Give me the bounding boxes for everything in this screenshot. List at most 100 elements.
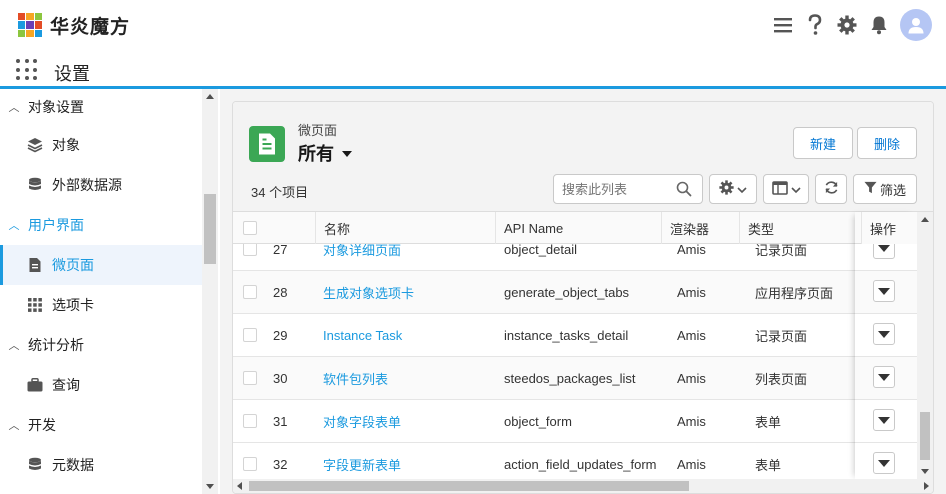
grid-icon [27,297,43,313]
sidebar-group-object-settings[interactable]: ︿ 对象设置 [0,89,202,125]
select-all-checkbox[interactable] [243,221,257,235]
scroll-right-icon[interactable] [924,482,929,490]
filter-icon [864,181,877,197]
row-actions-button[interactable] [873,452,895,474]
record-name-link[interactable]: 对象详细页面 [323,244,401,271]
chevron-up-icon: ︿ [8,340,20,352]
caret-down-icon [342,151,352,157]
list-header: 微页面 所有 新建 删除 34 个项目 搜索此列表 筛选 [233,102,933,212]
top-header: 华炎魔方 [0,0,946,50]
gear-icon[interactable] [836,14,858,36]
sidebar-group-label: 统计分析 [28,337,84,353]
caret-down-icon [878,330,890,338]
scroll-thumb[interactable] [920,412,930,460]
row-number: 27 [273,244,288,257]
row-checkbox[interactable] [243,414,257,428]
delete-button[interactable]: 删除 [857,127,917,159]
sidebar-group-analytics[interactable]: ︿ 统计分析 [0,327,202,363]
api-name-cell: action_field_updates_form [504,457,657,472]
table-row: 28 生成对象选项卡 generate_object_tabs Amis 应用程… [233,271,917,314]
sidebar-scrollbar[interactable] [202,89,218,494]
column-header-actions: 操作 [861,212,917,244]
app-bar: 设置 [0,50,946,89]
filter-button[interactable]: 筛选 [853,174,917,204]
row-checkbox[interactable] [243,328,257,342]
menu-icon[interactable] [772,14,794,36]
logo-tile [26,13,34,21]
scroll-down-icon[interactable] [206,484,214,489]
avatar[interactable] [900,9,932,41]
brand-name: 华炎魔方 [50,17,131,38]
type-cell: 表单 [755,415,782,430]
sidebar-item-external-datasource[interactable]: 外部数据源 [0,165,202,205]
table-row: 31 对象字段表单 object_form Amis 表单 [233,400,917,443]
gear-icon [719,180,734,198]
row-actions-button[interactable] [873,323,895,345]
display-as-button[interactable] [763,174,809,204]
row-checkbox[interactable] [243,371,257,385]
new-button[interactable]: 新建 [793,127,853,159]
row-actions-button[interactable] [873,409,895,431]
help-icon[interactable] [804,14,826,36]
row-checkbox[interactable] [243,244,257,256]
scroll-down-icon[interactable] [921,469,929,474]
sidebar-item-metadata[interactable]: 元数据 [0,445,202,485]
type-cell: 表单 [755,458,782,473]
api-name-cell: object_detail [504,244,577,257]
page-icon [27,257,43,273]
sidebar-item-tabs[interactable]: 选项卡 [0,285,202,325]
column-header-type[interactable]: 类型 [739,212,855,244]
api-name-cell: steedos_packages_list [504,371,636,386]
renderer-cell: Amis [677,457,706,472]
table-row: 32 字段更新表单 action_field_updates_form Amis… [233,443,917,479]
sidebar-group-label: 开发 [28,417,56,433]
chevron-down-icon [737,182,747,197]
search-icon[interactable] [676,181,692,197]
column-header-api-name[interactable]: API Name [495,212,661,244]
sidebar-item-micro-pages[interactable]: 微页面 [0,245,202,285]
scroll-up-icon[interactable] [206,94,214,99]
type-cell: 应用程序页面 [755,286,834,301]
row-actions-button[interactable] [873,280,895,302]
list-view-card: 微页面 所有 新建 删除 34 个项目 搜索此列表 筛选 名称 API Name… [232,101,934,494]
record-name-link[interactable]: 生成对象选项卡 [323,271,414,314]
renderer-cell: Amis [677,414,706,429]
chevron-up-icon: ︿ [8,102,20,114]
type-cell: 列表页面 [755,372,808,387]
sidebar-item-objects[interactable]: 对象 [0,125,202,165]
sidebar-item-label: 外部数据源 [52,177,122,193]
sidebar-item-queries[interactable]: 查询 [0,365,202,405]
scroll-left-icon[interactable] [237,482,242,490]
row-checkbox[interactable] [243,285,257,299]
object-label: 微页面 [298,123,338,138]
scroll-up-icon[interactable] [921,217,929,222]
row-actions-button[interactable] [873,244,895,259]
row-actions-button[interactable] [873,366,895,388]
refresh-button[interactable] [815,174,847,204]
list-settings-button[interactable] [709,174,757,204]
record-name-link[interactable]: 字段更新表单 [323,443,401,479]
refresh-icon [824,180,839,198]
api-name-cell: object_form [504,414,572,429]
database-icon [27,457,43,473]
scroll-thumb[interactable] [204,194,216,264]
sidebar-group-development[interactable]: ︿ 开发 [0,407,202,443]
brand-logo[interactable] [18,13,42,37]
record-name-link[interactable]: Instance Task [323,314,402,357]
record-name-link[interactable]: 软件包列表 [323,357,388,400]
column-header-name[interactable]: 名称 [315,212,495,244]
bell-icon[interactable] [868,14,890,36]
table-vertical-scrollbar[interactable] [917,212,933,479]
sidebar-group-user-interface[interactable]: ︿ 用户界面 [0,207,202,243]
list-view-switcher[interactable]: 所有 [298,140,352,166]
scroll-thumb[interactable] [249,481,689,491]
logo-tile [18,21,26,29]
table-horizontal-scrollbar[interactable] [233,479,933,493]
record-name-link[interactable]: 对象字段表单 [323,400,401,443]
caret-down-icon [878,459,890,467]
row-checkbox[interactable] [243,457,257,471]
app-launcher-icon[interactable] [16,59,38,81]
column-header-renderer[interactable]: 渲染器 [661,212,739,244]
logo-tile [18,13,26,21]
header-actions [772,9,932,41]
